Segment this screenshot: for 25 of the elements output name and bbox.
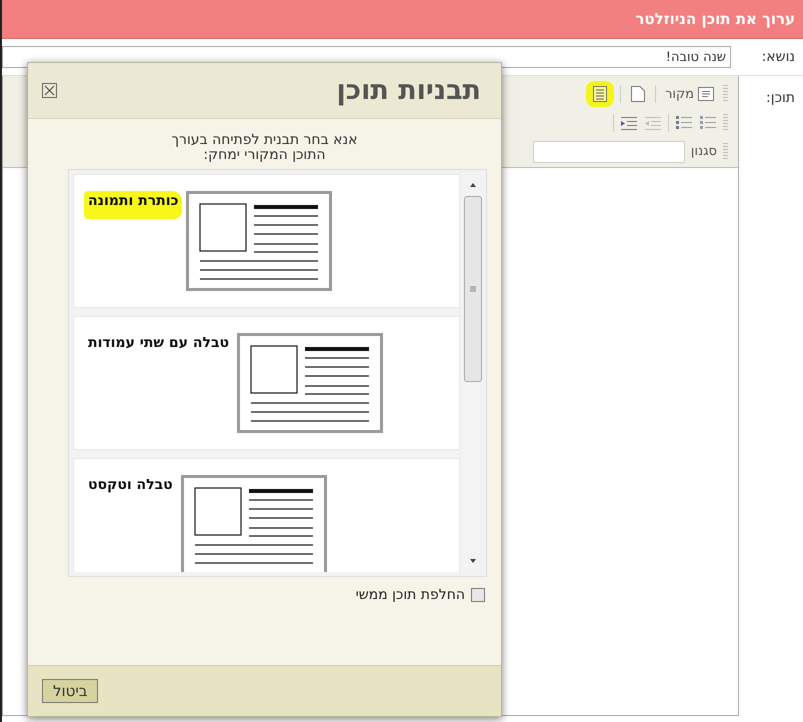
subject-label: נושא: [760,49,796,65]
source-button[interactable]: מקור [662,84,717,104]
page-title: ערוך את תוכן הניוזלטר [635,10,795,28]
content-label: תוכן: [766,90,795,106]
scrollbar-thumb[interactable] [464,196,482,382]
template-title: טבלה וטקסט [87,476,174,495]
text-box-icon [698,87,714,101]
bullet-list-icon[interactable] [675,115,693,132]
indent-icon[interactable] [620,115,638,132]
template-title: כותרת ותמונה [84,191,182,219]
template-title: טבלה עם שתי עמודות [87,334,230,353]
cancel-button[interactable]: ביטול [42,679,98,703]
instruction-text: אנא בחר תבנית לפתיחה בעורך [170,133,358,148]
instruction-text: התוכן המקורי ימחק: [202,148,327,163]
checkbox-label: החלפת תוכן ממשי [356,587,465,603]
page-icon [630,85,646,103]
dialog-title: תבניות תוכן [336,75,481,106]
checkbox[interactable] [471,588,485,602]
style-label: סגנון [690,144,717,160]
template-option[interactable]: כותרת ותמונה [73,174,460,308]
templates-button[interactable] [586,81,614,107]
close-icon[interactable] [42,83,57,98]
template-option[interactable]: טבלה וטקסט [73,458,460,572]
document-icon [592,85,608,103]
template-option[interactable]: טבלה עם שתי עמודות [73,316,460,450]
